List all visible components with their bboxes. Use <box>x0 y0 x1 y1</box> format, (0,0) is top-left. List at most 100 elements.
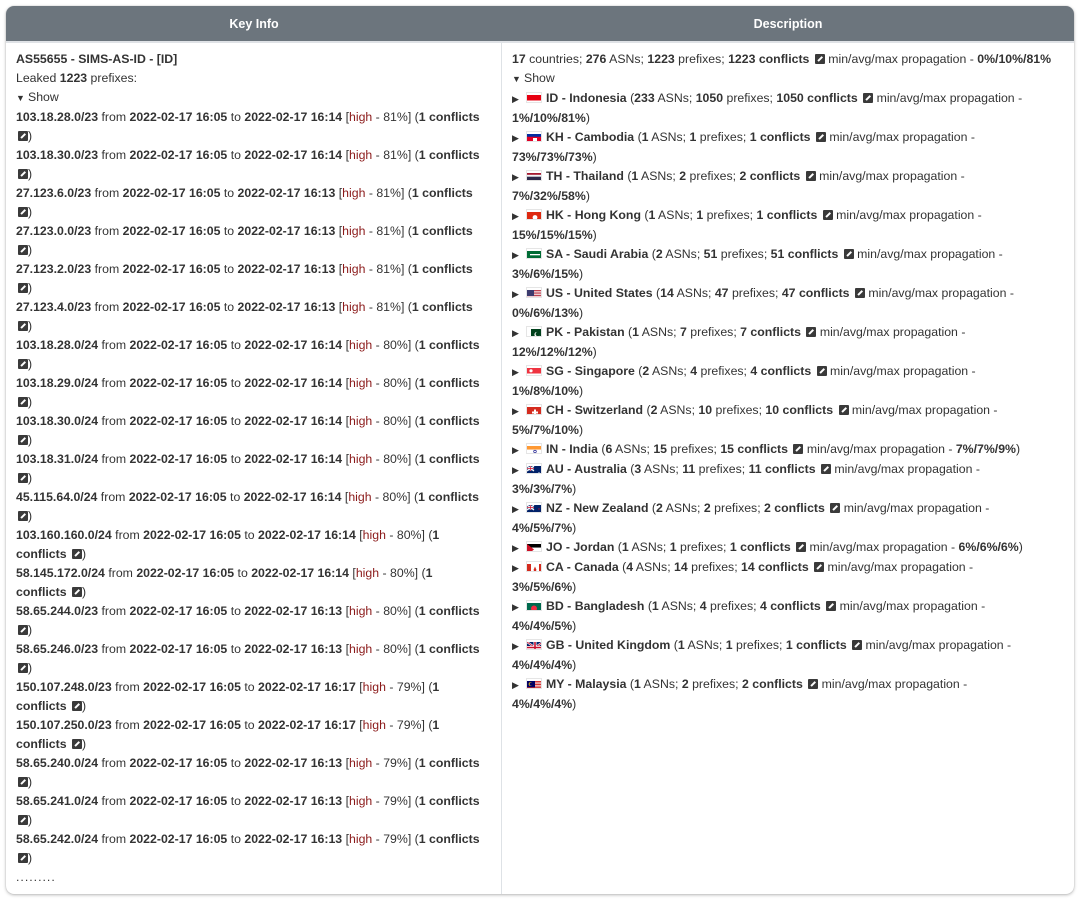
external-link-icon[interactable] <box>826 601 837 611</box>
external-link-icon[interactable] <box>72 549 82 559</box>
external-link-icon[interactable] <box>814 54 825 64</box>
severity-label: high <box>349 414 373 428</box>
external-link-icon[interactable] <box>18 131 28 141</box>
external-link-icon[interactable] <box>18 815 28 825</box>
external-link-icon[interactable] <box>838 405 849 415</box>
conflicts-link[interactable]: 10 conflicts <box>765 403 833 417</box>
country-item[interactable]: ▶ AU - Australia (3 ASNs; 11 prefixes; 11… <box>512 460 1032 499</box>
conflicts-link[interactable]: 1 conflicts <box>756 208 817 222</box>
external-link-icon[interactable] <box>18 207 28 217</box>
country-item[interactable]: ▶ US - United States (14 ASNs; 47 prefixe… <box>512 284 1032 323</box>
country-item[interactable]: ▶ PK - Pakistan (1 ASNs; 7 prefixes; 7 co… <box>512 323 1032 362</box>
external-link-icon[interactable] <box>18 511 28 521</box>
propagation-percent: 81% <box>376 300 401 314</box>
external-link-icon[interactable] <box>72 739 82 749</box>
country-label: United States <box>574 286 653 300</box>
severity-label: high <box>355 566 380 580</box>
external-link-icon[interactable] <box>72 701 82 711</box>
severity-label: high <box>362 528 386 542</box>
external-link-icon[interactable] <box>814 562 825 572</box>
country-item[interactable]: ▶ MY - Malaysia (1 ASNs; 2 prefixes; 2 co… <box>512 675 1032 714</box>
start-time: 2022-02-17 16:05 <box>129 110 228 124</box>
conflicts-link[interactable]: 1 conflicts <box>750 130 811 144</box>
conflicts-link[interactable]: 14 conflicts <box>741 560 809 574</box>
conflicts-link[interactable]: 2 conflicts <box>742 677 803 691</box>
show-toggle[interactable]: ▼ Show <box>16 88 501 108</box>
conflicts-link[interactable]: 11 conflicts <box>749 462 816 476</box>
external-link-icon[interactable] <box>18 625 28 635</box>
external-link-icon[interactable] <box>18 169 28 179</box>
asn-count: 2 <box>650 403 658 417</box>
country-name: CH - Switzerland <box>546 403 644 417</box>
country-item[interactable]: ▶ JO - Jordan (1 ASNs; 1 prefixes; 1 conf… <box>512 538 1032 558</box>
country-item[interactable]: ▶ ID - Indonesia (233 ASNs; 1050 prefixes… <box>512 89 1032 128</box>
external-link-icon[interactable] <box>72 587 82 597</box>
conflicts-link[interactable]: 1223 conflicts <box>728 52 809 66</box>
conflicts-link[interactable]: 15 conflicts <box>720 442 788 456</box>
external-link-icon[interactable] <box>18 397 28 407</box>
country-item[interactable]: ▶ IN - India (6 ASNs; 15 prefixes; 15 con… <box>512 440 1032 460</box>
country-item[interactable]: ▶ SA - Saudi Arabia (2 ASNs; 51 prefixes;… <box>512 245 1032 284</box>
external-link-icon[interactable] <box>18 435 28 445</box>
external-link-icon[interactable] <box>18 853 28 863</box>
external-link-icon[interactable] <box>863 93 874 103</box>
conflicts-link[interactable]: 4 conflicts <box>750 364 811 378</box>
start-time: 2022-02-17 16:05 <box>143 528 241 542</box>
country-item[interactable]: ▶ SG - Singapore (2 ASNs; 4 prefixes; 4 c… <box>512 362 1032 401</box>
external-link-icon[interactable] <box>805 171 816 181</box>
leak-entry: 27.123.2.0/23 from 2022-02-17 16:05 to 2… <box>16 262 473 295</box>
country-item[interactable]: ▶ GB - United Kingdom (1 ASNs; 1 prefixes… <box>512 636 1032 675</box>
external-link-icon[interactable] <box>843 249 854 259</box>
country-name: TH - Thailand <box>546 169 624 183</box>
external-link-icon[interactable] <box>808 679 819 689</box>
show-toggle[interactable]: ▼ Show <box>512 69 1064 89</box>
conflicts-link[interactable]: 1 conflicts <box>786 638 847 652</box>
external-link-icon[interactable] <box>852 640 863 650</box>
country-item[interactable]: ▶ CH - Switzerland (2 ASNs; 10 prefixes; … <box>512 401 1032 440</box>
severity-label: high <box>349 832 373 846</box>
column-header-key-info[interactable]: Key Info <box>6 6 502 41</box>
external-link-icon[interactable] <box>854 288 865 298</box>
external-link-icon[interactable] <box>816 366 827 376</box>
collapsed-triangle-icon: ▶ <box>512 328 519 338</box>
external-link-icon[interactable] <box>18 663 28 673</box>
external-link-icon[interactable] <box>830 503 841 513</box>
conflicts-link[interactable]: 47 conflicts <box>782 286 850 300</box>
external-link-icon[interactable] <box>796 542 807 552</box>
asn-count: 233 <box>634 91 655 105</box>
conflicts-word: conflicts <box>429 148 480 162</box>
external-link-icon[interactable] <box>18 473 28 483</box>
country-item[interactable]: ▶ HK - Hong Kong (1 ASNs; 1 prefixes; 1 c… <box>512 206 1032 245</box>
country-name: IN - India <box>546 442 598 456</box>
external-link-icon[interactable] <box>18 777 28 787</box>
key-info-cell: AS55655 - SIMS-AS-ID - [ID] Leaked 1223 … <box>6 43 502 894</box>
external-link-icon[interactable] <box>18 283 28 293</box>
external-link-icon[interactable] <box>806 327 817 337</box>
external-link-icon[interactable] <box>820 464 831 474</box>
conflicts-link[interactable]: 7 conflicts <box>740 325 801 339</box>
external-link-icon[interactable] <box>18 359 28 369</box>
conflicts-link[interactable]: 4 conflicts <box>760 599 821 613</box>
external-link-icon[interactable] <box>822 210 833 220</box>
prefix-value: 103.18.28.0/23 <box>16 110 99 124</box>
conflicts-link[interactable]: 2 conflicts <box>764 501 825 515</box>
conflicts-link[interactable]: 51 conflicts <box>771 247 839 261</box>
country-item[interactable]: ▶ TH - Thailand (1 ASNs; 2 prefixes; 2 co… <box>512 167 1032 206</box>
external-link-icon[interactable] <box>815 132 826 142</box>
external-link-icon[interactable] <box>793 444 804 454</box>
country-item[interactable]: ▶ BD - Bangladesh (1 ASNs; 4 prefixes; 4 … <box>512 597 1032 636</box>
country-item[interactable]: ▶ KH - Cambodia (1 ASNs; 1 prefixes; 1 co… <box>512 128 1032 167</box>
country-item[interactable]: ▶ NZ - New Zealand (2 ASNs; 2 prefixes; 2… <box>512 499 1032 538</box>
prefix-count: 15 <box>653 442 668 456</box>
external-link-icon[interactable] <box>18 321 28 331</box>
expanded-triangle-icon: ▼ <box>512 74 521 84</box>
end-time: 2022-02-17 16:13 <box>244 604 343 618</box>
country-item[interactable]: ▶ CA - Canada (4 ASNs; 14 prefixes; 14 co… <box>512 558 1032 597</box>
conflicts-link[interactable]: 2 conflicts <box>739 169 800 183</box>
propagation-value: 12%/12%/12% <box>512 345 593 359</box>
external-link-icon[interactable] <box>18 245 28 255</box>
prefix-value: 103.18.30.0/23 <box>16 148 99 162</box>
column-header-description[interactable]: Description <box>502 6 1074 41</box>
conflicts-link[interactable]: 1050 conflicts <box>776 91 857 105</box>
conflicts-link[interactable]: 1 conflicts <box>730 540 791 554</box>
